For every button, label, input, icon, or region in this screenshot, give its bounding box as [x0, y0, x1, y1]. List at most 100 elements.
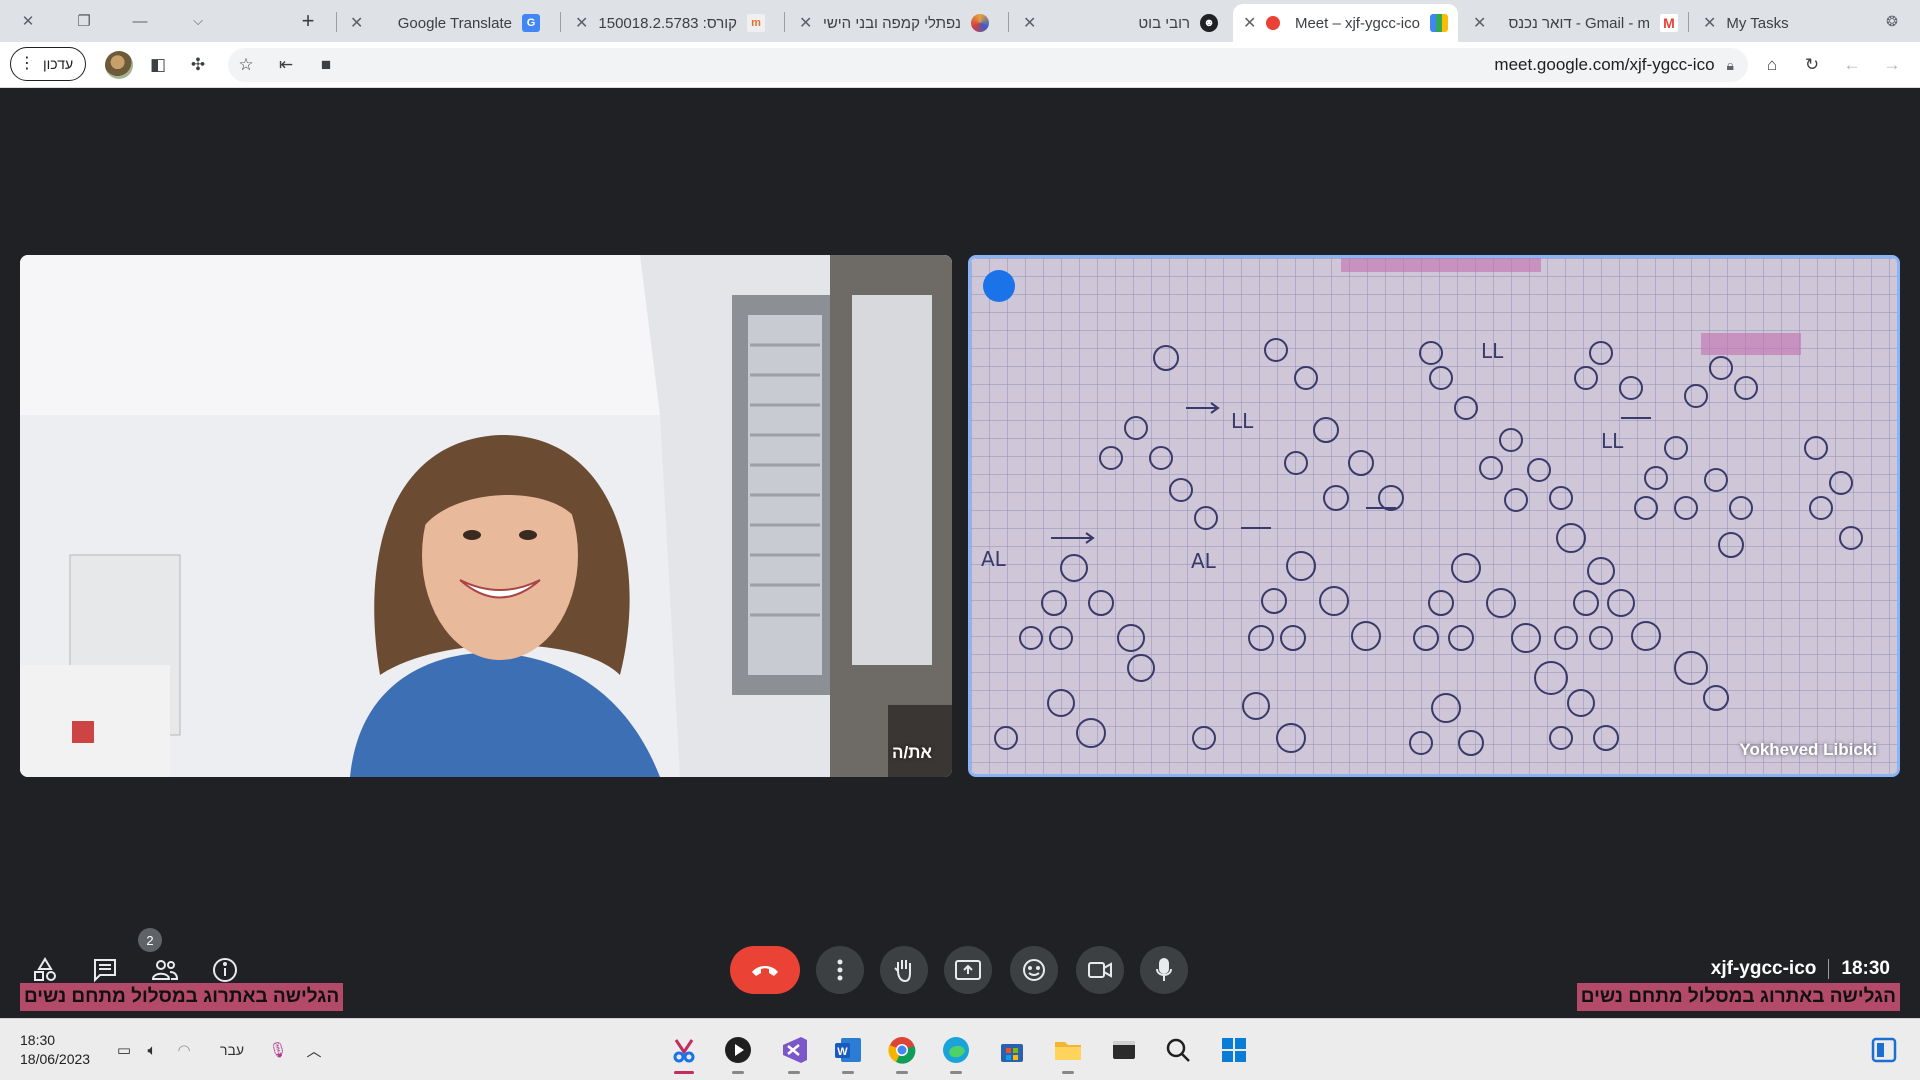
leave-call-button[interactable] — [730, 946, 800, 994]
close-icon[interactable]: ✕ — [1473, 13, 1486, 33]
hand-icon — [894, 960, 911, 983]
tab-gmail[interactable]: ✕ דואר נכנס - Gmail - m M — [1463, 4, 1688, 42]
browser-toolbar: ⋮ עדכון ◧ ✣ ☆ ⇤ ■ meet.google.com/xjf-yg… — [0, 42, 1920, 88]
end-call-icon — [752, 966, 778, 976]
camera-icon[interactable]: ■ — [312, 51, 340, 79]
visual-studio-icon[interactable] — [774, 1030, 814, 1074]
remote-video-feed: LL LL LL AL AL — [971, 258, 1897, 774]
close-icon[interactable]: ✕ — [350, 13, 363, 33]
svg-text:W: W — [837, 1046, 848, 1058]
search-icon[interactable] — [1158, 1030, 1198, 1070]
new-tab-button[interactable]: + — [292, 6, 324, 36]
svg-text:AL: AL — [1191, 549, 1217, 573]
close-icon[interactable]: ✕ — [1243, 13, 1256, 33]
raise-hand-button[interactable] — [880, 946, 928, 994]
system-clock[interactable]: 18:30 18/06/2023 — [20, 1031, 90, 1069]
snipping-tool-icon[interactable] — [664, 1030, 704, 1074]
edge-icon[interactable] — [936, 1030, 976, 1074]
url-text: meet.google.com/xjf-ygcc-ico — [1494, 55, 1715, 74]
gmail-icon: M — [1660, 14, 1678, 32]
running-indicator — [896, 1071, 908, 1074]
volume-icon[interactable]: 🔈︎ — [140, 1037, 164, 1063]
tab-divider — [1688, 12, 1689, 32]
side-panel-icon[interactable]: ◧ — [144, 51, 172, 79]
bookmark-star-icon[interactable]: ☆ — [232, 51, 260, 79]
close-window-button[interactable]: ✕ — [0, 0, 56, 42]
start-icon[interactable] — [1214, 1030, 1254, 1070]
home-icon[interactable]: ⌂ — [1758, 51, 1786, 79]
close-icon[interactable]: ✕ — [1023, 13, 1036, 33]
tab-label: נפתלי קמפה ובני הישי — [822, 14, 961, 32]
extensions-icon[interactable]: ✣ — [184, 51, 212, 79]
address-bar[interactable]: ☆ ⇤ ■ meet.google.com/xjf-ygcc-ico 🔒︎ — [228, 48, 1748, 82]
tab-search-button[interactable]: ⌵ — [170, 0, 226, 42]
share-icon[interactable]: ⇤ — [272, 51, 300, 79]
tab-label: קורס: 150018.2.5783 — [598, 14, 737, 32]
close-icon[interactable]: ✕ — [1703, 13, 1716, 33]
remote-name-label: Yokheved Libicki — [1739, 740, 1877, 759]
svg-text:AL: AL — [981, 547, 1007, 571]
more-vert-icon: ⋮ — [19, 55, 35, 72]
tab-course[interactable]: ✕ קורס: 150018.2.5783 m — [565, 4, 775, 42]
tab-google-meet[interactable]: ✕ Meet – xjf-ygcc-ico — [1233, 4, 1458, 42]
chrome-icon[interactable] — [882, 1030, 922, 1074]
present-screen-button[interactable] — [944, 946, 992, 994]
profile-avatar[interactable] — [105, 51, 133, 79]
active-indicator — [674, 1071, 694, 1074]
overlay-caption-right: הגלישה באתרוג במסלול מתחם נשים — [1576, 983, 1900, 1011]
show-hidden-icons-icon[interactable]: ︿ — [302, 1037, 326, 1063]
tab-divider — [560, 12, 561, 32]
more-options-button[interactable] — [816, 946, 864, 994]
bot-icon: ☻ — [1200, 14, 1218, 32]
battery-icon[interactable]: ▭ — [112, 1037, 136, 1063]
reactions-button[interactable] — [1010, 946, 1058, 994]
meet-stage: את/ה LL LL LL AL AL Yokheved Libicki 2 x… — [0, 88, 1920, 1018]
svg-text:LL: LL — [1231, 409, 1254, 433]
widgets-icon[interactable] — [1864, 1030, 1904, 1070]
self-video-feed — [20, 255, 952, 777]
tab-strip: ✕ ❐ — ⌵ + ✕ Google Translate G ✕ קורס: 1… — [0, 0, 1920, 42]
running-indicator — [1062, 1071, 1074, 1074]
videocam-icon — [1088, 962, 1112, 978]
tab-naftali[interactable]: ✕ נפתלי קמפה ובני הישי — [789, 4, 999, 42]
store-icon[interactable] — [992, 1030, 1032, 1070]
close-icon[interactable]: ✕ — [799, 13, 812, 33]
microphone-toggle-button[interactable] — [1140, 946, 1188, 994]
camera-toggle-button[interactable] — [1076, 946, 1124, 994]
tab-label: My Tasks — [1726, 14, 1789, 32]
tab-label: Meet – xjf-ygcc-ico — [1294, 14, 1420, 32]
info-divider — [1828, 959, 1830, 979]
forward-icon[interactable]: → — [1878, 51, 1906, 79]
tab-my-tasks[interactable]: ✕ My Tasks — [1693, 4, 1893, 42]
site-icon — [971, 14, 989, 32]
running-indicator — [842, 1071, 854, 1074]
extensions-ribbon-icon[interactable]: ❂ — [1864, 0, 1920, 42]
running-indicator — [788, 1071, 800, 1074]
self-video-tile[interactable]: את/ה — [20, 255, 952, 777]
tab-google-translate[interactable]: ✕ Google Translate G — [340, 4, 550, 42]
back-icon[interactable]: ← — [1838, 51, 1866, 79]
input-language[interactable]: עבר — [212, 1037, 252, 1063]
mic-icon — [1156, 958, 1172, 981]
close-icon[interactable]: ✕ — [575, 13, 588, 33]
minimize-window-button[interactable]: — — [112, 0, 168, 42]
tab-label: רובי בוט — [1138, 14, 1190, 32]
participant-count-badge: 2 — [138, 928, 162, 952]
recording-icon — [1266, 16, 1281, 30]
file-explorer-icon[interactable] — [1048, 1030, 1088, 1074]
word-icon[interactable]: W — [828, 1030, 868, 1074]
clock-date: 18/06/2023 — [20, 1051, 91, 1067]
running-indicator — [732, 1071, 744, 1074]
microphone-in-use-icon[interactable]: 🎙︎ — [266, 1037, 290, 1063]
update-button[interactable]: ⋮ עדכון — [10, 47, 87, 81]
wifi-icon[interactable]: ◠ — [172, 1037, 196, 1063]
terminal-icon[interactable] — [1104, 1030, 1144, 1070]
update-label: עדכון — [43, 56, 74, 72]
remote-video-tile[interactable]: LL LL LL AL AL Yokheved Libicki — [968, 255, 1900, 777]
tab-robi-bot[interactable]: ✕ רובי בוט ☻ — [1013, 4, 1228, 42]
media-player-icon[interactable] — [718, 1030, 758, 1074]
running-indicator — [950, 1071, 962, 1074]
restore-window-button[interactable]: ❐ — [56, 0, 112, 42]
tab-label: Google Translate — [397, 14, 512, 32]
reload-icon[interactable]: ↻ — [1798, 51, 1826, 79]
